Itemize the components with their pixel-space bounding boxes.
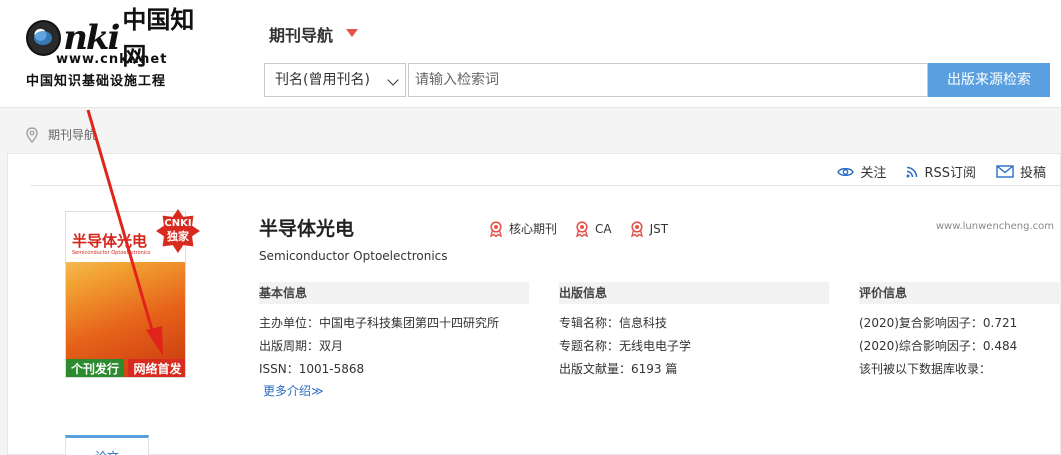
journal-actions: 关注 RSS订阅 投稿 <box>817 162 1046 181</box>
publish-info-heading: 出版信息 <box>559 282 829 304</box>
search-input[interactable]: 请输入检索词 <box>408 63 928 97</box>
search-field-select[interactable]: 刊名(曾用刊名) <box>264 63 406 97</box>
evaluation-info-heading: 评价信息 <box>859 282 1061 304</box>
basic-info-heading: 基本信息 <box>259 282 529 304</box>
award-icon <box>490 220 502 237</box>
award-icon <box>576 220 589 237</box>
search-placeholder: 请输入检索词 <box>415 72 499 88</box>
cover-english-title: Semiconductor Optoelectronics <box>72 250 151 256</box>
rss-label: RSS订阅 <box>924 166 976 181</box>
basic-info-row: 主办单位：中国电子科技集团第四十四研究所 <box>259 316 500 330</box>
badge-line2: 独家 <box>167 230 189 243</box>
cnki-exclusive-badge: CNKI 独家 <box>156 209 200 253</box>
tag-label: JST <box>649 221 669 236</box>
journal-title: 半导体光电 <box>259 218 355 240</box>
more-info-link[interactable]: 更多介绍≫ <box>263 382 324 399</box>
tag-label: 核心期刊 <box>509 222 558 236</box>
eye-icon <box>837 167 855 176</box>
journal-panel: 关注 RSS订阅 投稿 半导体光电 Semiconductor Optoelec… <box>7 153 1061 455</box>
publish-info-row: 专题名称：无线电电子学 <box>559 339 692 353</box>
breadcrumb-item[interactable]: 期刊导航 <box>48 126 96 143</box>
follow-label: 关注 <box>860 166 887 181</box>
logo-nki-text: nki <box>63 18 120 58</box>
follow-button[interactable]: 关注 <box>837 162 886 181</box>
tag-jst: JST <box>630 220 669 237</box>
cover-title: 半导体光电 <box>72 232 148 250</box>
evaluation-info-row: 该刊被以下数据库收录： <box>859 362 992 376</box>
cnki-logo[interactable]: nki 中国知网 www.cnki.net 中国知识基础设施工程 <box>26 5 216 90</box>
logo-url: www.cnki.net <box>56 52 168 67</box>
envelope-icon <box>996 165 1014 178</box>
globe-icon <box>26 20 62 56</box>
caret-down-icon[interactable] <box>346 29 358 37</box>
cover-band-left: 个刊发行 <box>66 359 124 377</box>
logo-subtitle: 中国知识基础设施工程 <box>26 74 167 89</box>
tab-papers[interactable]: 论文 <box>65 435 149 455</box>
breadcrumb: 期刊导航 <box>26 126 96 143</box>
location-pin-icon <box>26 126 38 143</box>
submit-manuscript-button[interactable]: 投稿 <box>996 162 1046 181</box>
tag-label: CA <box>595 221 612 236</box>
tag-core: 核心期刊 <box>489 220 557 237</box>
journal-english-title: Semiconductor Optoelectronics <box>259 249 448 263</box>
site-header: nki 中国知网 www.cnki.net 中国知识基础设施工程 期刊导航 刊名… <box>0 0 1061 108</box>
chevron-down-icon <box>387 74 399 86</box>
divider <box>30 185 1061 186</box>
rss-button[interactable]: RSS订阅 <box>906 162 976 181</box>
watermark-text: www.lunwencheng.com <box>935 221 1054 232</box>
journal-tags: 核心期刊 CA JST <box>489 220 686 237</box>
badge-line1: CNKI <box>164 218 192 229</box>
nav-title[interactable]: 期刊导航 <box>269 22 333 46</box>
publish-info-row: 出版文献量：6193 篇 <box>559 362 678 376</box>
publish-info-row: 专辑名称：信息科技 <box>559 316 668 330</box>
basic-info-row: 出版周期：双月 <box>259 339 344 353</box>
evaluation-info-row: (2020)综合影响因子：0.484 <box>859 339 1018 353</box>
search-button[interactable]: 出版来源检索 <box>928 63 1050 97</box>
award-icon <box>630 220 643 237</box>
search-field-value: 刊名(曾用刊名) <box>275 72 370 88</box>
rss-icon <box>906 166 918 177</box>
cover-band-right: 网络首发 <box>128 359 185 377</box>
tag-ca: CA <box>575 220 612 237</box>
basic-info-row: ISSN：1001-5868 <box>259 362 365 376</box>
evaluation-info-row: (2020)复合影响因子：0.721 <box>859 316 1018 330</box>
submit-label: 投稿 <box>1019 166 1046 181</box>
